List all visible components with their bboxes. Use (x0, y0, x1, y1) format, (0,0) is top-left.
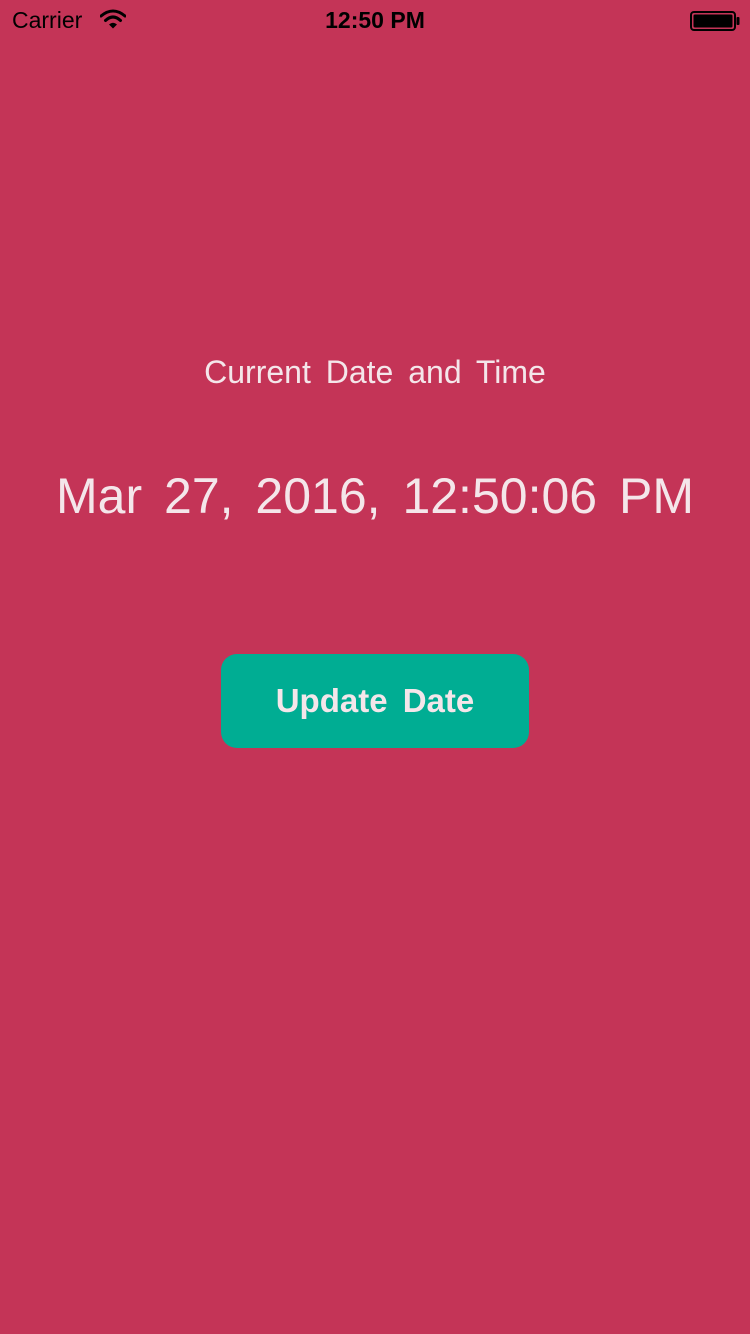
battery-icon (690, 11, 740, 31)
status-time: 12:50 PM (325, 7, 425, 33)
page-title: Current Date and Time (204, 354, 546, 390)
current-date-display: Mar 27, 2016, 12:50:06 PM (56, 468, 694, 524)
update-date-button[interactable]: Update Date (221, 654, 529, 748)
status-bar: Carrier 12:50 PM (0, 0, 750, 40)
